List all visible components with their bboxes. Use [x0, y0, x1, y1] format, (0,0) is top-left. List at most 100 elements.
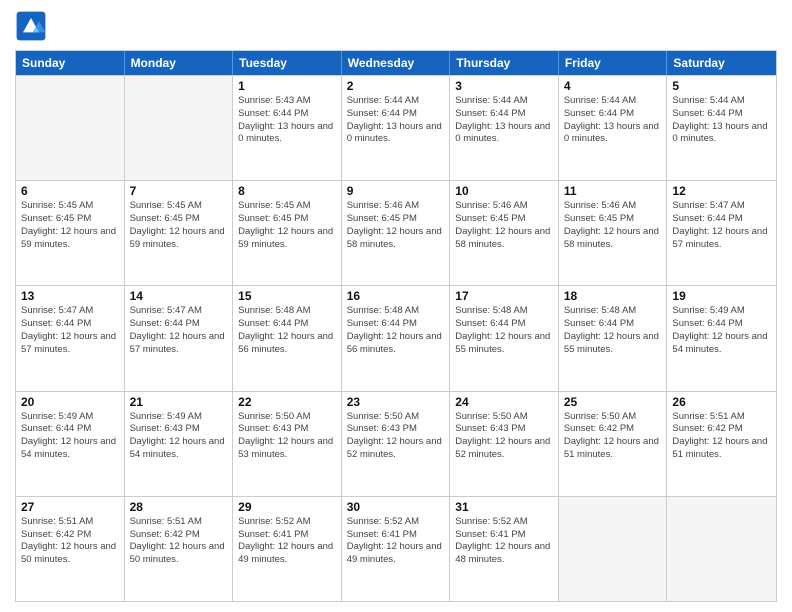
- cal-cell: 28Sunrise: 5:51 AMSunset: 6:42 PMDayligh…: [125, 497, 234, 601]
- day-number: 26: [672, 395, 771, 409]
- sunrise-text: Sunrise: 5:44 AM: [455, 95, 553, 108]
- header: [15, 10, 777, 42]
- day-number: 2: [347, 79, 445, 93]
- day-number: 23: [347, 395, 445, 409]
- daylight-text: Daylight: 13 hours and 0 minutes.: [564, 121, 662, 147]
- day-number: 31: [455, 500, 553, 514]
- day-number: 6: [21, 184, 119, 198]
- sunset-text: Sunset: 6:44 PM: [455, 108, 553, 121]
- cal-cell: 12Sunrise: 5:47 AMSunset: 6:44 PMDayligh…: [667, 181, 776, 285]
- daylight-text: Daylight: 12 hours and 59 minutes.: [238, 226, 336, 252]
- daylight-text: Daylight: 12 hours and 54 minutes.: [21, 436, 119, 462]
- sunrise-text: Sunrise: 5:52 AM: [347, 516, 445, 529]
- day-number: 16: [347, 289, 445, 303]
- header-day-saturday: Saturday: [667, 51, 776, 75]
- sunset-text: Sunset: 6:43 PM: [238, 423, 336, 436]
- cal-cell: 31Sunrise: 5:52 AMSunset: 6:41 PMDayligh…: [450, 497, 559, 601]
- header-day-wednesday: Wednesday: [342, 51, 451, 75]
- daylight-text: Daylight: 12 hours and 52 minutes.: [347, 436, 445, 462]
- cal-cell: 19Sunrise: 5:49 AMSunset: 6:44 PMDayligh…: [667, 286, 776, 390]
- sunrise-text: Sunrise: 5:51 AM: [21, 516, 119, 529]
- sunset-text: Sunset: 6:45 PM: [21, 213, 119, 226]
- cal-cell: [559, 497, 668, 601]
- cal-cell: 9Sunrise: 5:46 AMSunset: 6:45 PMDaylight…: [342, 181, 451, 285]
- cal-cell: 29 Sunrise: 5:52 AMSunset: 6:41 PMDayligh…: [233, 497, 342, 601]
- sunrise-text: Sunrise: 5:49 AM: [130, 411, 228, 424]
- sunrise-text: Sunrise: 5:46 AM: [455, 200, 553, 213]
- header-day-sunday: Sunday: [16, 51, 125, 75]
- day-number: 12: [672, 184, 771, 198]
- cal-row-2: 13Sunrise: 5:47 AMSunset: 6:44 PMDayligh…: [16, 285, 776, 390]
- daylight-text: Daylight: 12 hours and 59 minutes.: [130, 226, 228, 252]
- day-number: 27: [21, 500, 119, 514]
- sunrise-text: Sunrise: 5:44 AM: [564, 95, 662, 108]
- calendar-header: SundayMondayTuesdayWednesdayThursdayFrid…: [16, 51, 776, 75]
- cal-cell: 25 Sunrise: 5:50 AMSunset: 6:42 PMDayligh…: [559, 392, 668, 496]
- cal-cell: 5Sunrise: 5:44 AMSunset: 6:44 PMDaylight…: [667, 76, 776, 180]
- header-day-monday: Monday: [125, 51, 234, 75]
- daylight-text: Daylight: 12 hours and 51 minutes.: [564, 436, 662, 462]
- daylight-text: Daylight: 12 hours and 55 minutes.: [455, 331, 553, 357]
- sunrise-text: Sunrise: 5:45 AM: [21, 200, 119, 213]
- sunset-text: Sunset: 6:44 PM: [347, 108, 445, 121]
- cal-cell: 23Sunrise: 5:50 AMSunset: 6:43 PMDayligh…: [342, 392, 451, 496]
- daylight-text: Daylight: 13 hours and 0 minutes.: [455, 121, 553, 147]
- sunset-text: Sunset: 6:45 PM: [130, 213, 228, 226]
- daylight-text: Daylight: 13 hours and 0 minutes.: [347, 121, 445, 147]
- day-number: 5: [672, 79, 771, 93]
- daylight-text: Daylight: 12 hours and 58 minutes.: [564, 226, 662, 252]
- daylight-text: Daylight: 12 hours and 57 minutes.: [130, 331, 228, 357]
- day-number: 29: [238, 500, 336, 514]
- daylight-text: Daylight: 12 hours and 48 minutes.: [455, 541, 553, 567]
- day-number: 3: [455, 79, 553, 93]
- sunrise-text: Sunrise: 5:52 AM: [238, 516, 336, 529]
- sunset-text: Sunset: 6:44 PM: [672, 318, 771, 331]
- day-number: 25: [564, 395, 662, 409]
- daylight-text: Daylight: 12 hours and 56 minutes.: [347, 331, 445, 357]
- sunset-text: Sunset: 6:44 PM: [564, 108, 662, 121]
- daylight-text: Daylight: 12 hours and 58 minutes.: [455, 226, 553, 252]
- sunrise-text: Sunrise: 5:50 AM: [564, 411, 662, 424]
- daylight-text: Daylight: 12 hours and 50 minutes.: [21, 541, 119, 567]
- sunset-text: Sunset: 6:44 PM: [564, 318, 662, 331]
- daylight-text: Daylight: 12 hours and 50 minutes.: [130, 541, 228, 567]
- sunrise-text: Sunrise: 5:44 AM: [347, 95, 445, 108]
- daylight-text: Daylight: 12 hours and 56 minutes.: [238, 331, 336, 357]
- sunset-text: Sunset: 6:44 PM: [130, 318, 228, 331]
- day-number: 10: [455, 184, 553, 198]
- cal-cell: 7Sunrise: 5:45 AMSunset: 6:45 PMDaylight…: [125, 181, 234, 285]
- day-number: 1: [238, 79, 336, 93]
- sunset-text: Sunset: 6:44 PM: [455, 318, 553, 331]
- day-number: 30: [347, 500, 445, 514]
- sunrise-text: Sunrise: 5:48 AM: [347, 305, 445, 318]
- logo: [15, 10, 51, 42]
- sunset-text: Sunset: 6:43 PM: [455, 423, 553, 436]
- sunrise-text: Sunrise: 5:50 AM: [347, 411, 445, 424]
- sunset-text: Sunset: 6:44 PM: [672, 213, 771, 226]
- day-number: 21: [130, 395, 228, 409]
- sunrise-text: Sunrise: 5:45 AM: [238, 200, 336, 213]
- sunset-text: Sunset: 6:44 PM: [238, 108, 336, 121]
- calendar-body: 1Sunrise: 5:43 AMSunset: 6:44 PMDaylight…: [16, 75, 776, 601]
- cal-cell: 2 Sunrise: 5:44 AMSunset: 6:44 PMDaylight…: [342, 76, 451, 180]
- calendar: SundayMondayTuesdayWednesdayThursdayFrid…: [15, 50, 777, 602]
- sunrise-text: Sunrise: 5:46 AM: [347, 200, 445, 213]
- sunset-text: Sunset: 6:45 PM: [238, 213, 336, 226]
- sunrise-text: Sunrise: 5:50 AM: [238, 411, 336, 424]
- cal-cell: 27Sunrise: 5:51 AMSunset: 6:42 PMDayligh…: [16, 497, 125, 601]
- daylight-text: Daylight: 12 hours and 49 minutes.: [238, 541, 336, 567]
- cal-row-3: 20Sunrise: 5:49 AMSunset: 6:44 PMDayligh…: [16, 391, 776, 496]
- sunrise-text: Sunrise: 5:49 AM: [21, 411, 119, 424]
- daylight-text: Daylight: 13 hours and 0 minutes.: [238, 121, 336, 147]
- sunrise-text: Sunrise: 5:48 AM: [564, 305, 662, 318]
- daylight-text: Daylight: 13 hours and 0 minutes.: [672, 121, 771, 147]
- sunset-text: Sunset: 6:41 PM: [455, 529, 553, 542]
- header-day-tuesday: Tuesday: [233, 51, 342, 75]
- day-number: 18: [564, 289, 662, 303]
- cal-cell: 30Sunrise: 5:52 AMSunset: 6:41 PMDayligh…: [342, 497, 451, 601]
- daylight-text: Daylight: 12 hours and 54 minutes.: [130, 436, 228, 462]
- day-number: 20: [21, 395, 119, 409]
- sunset-text: Sunset: 6:42 PM: [564, 423, 662, 436]
- sunset-text: Sunset: 6:41 PM: [238, 529, 336, 542]
- sunrise-text: Sunrise: 5:45 AM: [130, 200, 228, 213]
